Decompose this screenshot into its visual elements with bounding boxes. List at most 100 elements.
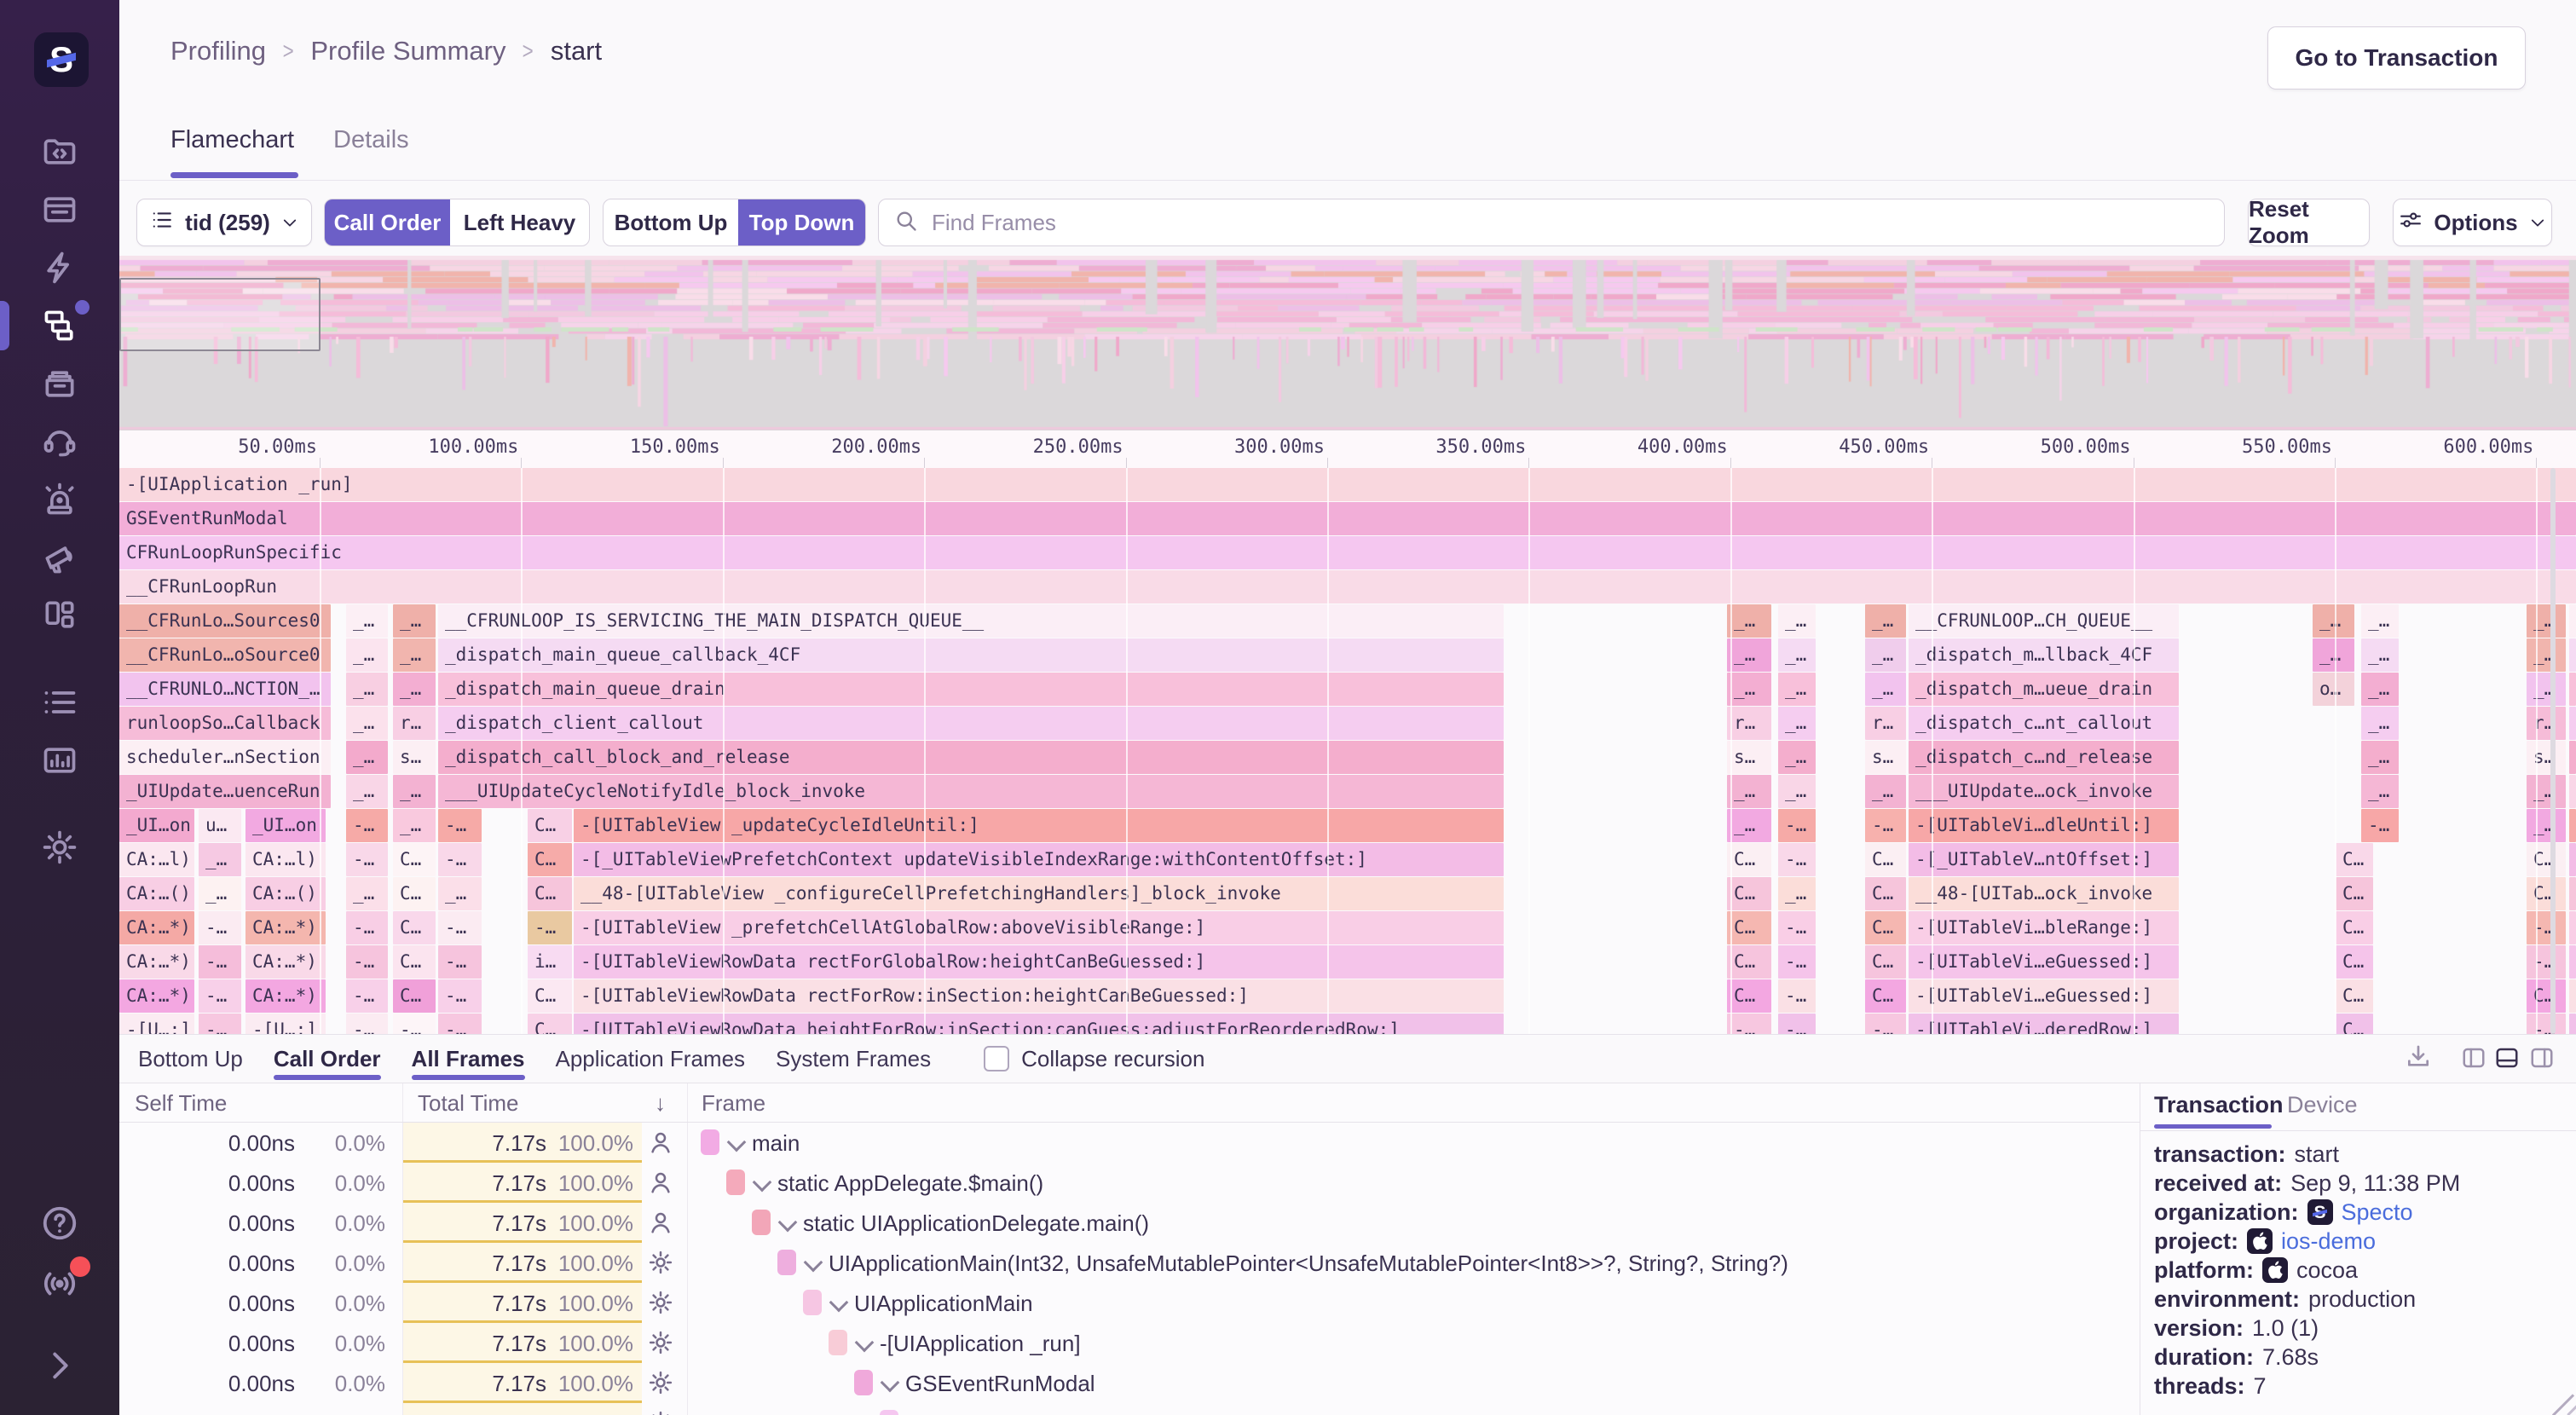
flame-frame[interactable]: C… <box>1727 979 1771 1013</box>
thread-selector[interactable]: tid (259) <box>136 199 312 246</box>
flame-frame[interactable] <box>2569 911 2576 944</box>
sidebar-item-alerts[interactable] <box>0 471 119 528</box>
flame-frame[interactable]: -… <box>199 1014 241 1034</box>
sidebar-item-profiling[interactable] <box>0 297 119 355</box>
flame-frame[interactable]: __48-[UITab…ock_invoke <box>1909 877 2179 910</box>
flame-frame[interactable]: -[_UITableViewPrefetchContext updateVisi… <box>574 843 1504 876</box>
flame-frame[interactable]: _… <box>393 604 436 638</box>
flame-frame[interactable]: _… <box>1865 673 1906 706</box>
flame-frame[interactable]: _… <box>2527 809 2566 842</box>
flame-frame[interactable]: _… <box>1865 775 1906 808</box>
frame-panel-tab-system-frames[interactable]: System Frames <box>776 1035 931 1083</box>
flame-frame[interactable]: CA:…*) <box>119 945 194 979</box>
flame-frame[interactable]: -… <box>1865 1014 1906 1034</box>
frame-name[interactable]: static UIApplicationDelegate.main() <box>803 1210 1149 1237</box>
flame-frame[interactable] <box>2569 673 2576 706</box>
flame-frame[interactable]: _… <box>2361 741 2399 774</box>
flame-frame[interactable]: _dispatch_m…llback_4CF <box>1909 638 2179 672</box>
flame-frame[interactable]: _dispatch_main_queue_callback_4CF <box>438 638 1504 672</box>
flame-frame[interactable]: _UI…on <box>119 809 194 842</box>
flame-frame[interactable]: C… <box>1727 843 1771 876</box>
details-tab-device[interactable]: Device <box>2287 1092 2358 1118</box>
direction-top-down-button[interactable]: Top Down <box>738 199 865 245</box>
flame-frame[interactable] <box>2569 604 2576 638</box>
sidebar-item-stats[interactable] <box>0 731 119 789</box>
flame-frame[interactable]: _… <box>1727 775 1771 808</box>
flame-frame[interactable] <box>2569 707 2576 740</box>
flame-frame[interactable]: _… <box>346 638 388 672</box>
flame-frame[interactable]: C… <box>393 877 436 910</box>
flame-frame[interactable]: _… <box>2361 775 2399 808</box>
user-icon[interactable] <box>648 1210 673 1235</box>
flame-frame[interactable]: C… <box>2336 979 2373 1013</box>
flame-frame[interactable]: _dispatch_c…nt_callout <box>1909 707 2179 740</box>
flame-frame[interactable]: C… <box>1865 979 1906 1013</box>
flame-frame[interactable]: _… <box>346 877 388 910</box>
flame-frame[interactable]: _dispatch_call_block_and_release <box>438 741 1504 774</box>
flame-frame[interactable]: C… <box>2336 877 2373 910</box>
frame-name[interactable]: main <box>752 1130 800 1157</box>
flame-frame[interactable]: _… <box>2527 775 2566 808</box>
flame-frame[interactable]: _… <box>2361 673 2399 706</box>
flame-frame[interactable]: _… <box>1727 638 1771 672</box>
flame-frame[interactable]: _… <box>1865 638 1906 672</box>
breadcrumb-item[interactable]: start <box>551 36 602 66</box>
flame-frame[interactable]: -… <box>438 911 482 944</box>
search-input[interactable] <box>930 209 2209 237</box>
flame-frame[interactable]: _… <box>2361 638 2399 672</box>
collapse-recursion-checkbox[interactable] <box>984 1046 1009 1071</box>
go-to-transaction-button[interactable]: Go to Transaction <box>2267 26 2526 90</box>
flame-frame[interactable]: C… <box>528 979 572 1013</box>
flame-frame[interactable]: _… <box>2527 673 2566 706</box>
flame-frame[interactable]: s… <box>2527 741 2566 774</box>
flame-frame[interactable]: _… <box>393 775 436 808</box>
frame-name[interactable]: -[UIApplication _run] <box>880 1331 1081 1357</box>
flame-frame[interactable]: -[UITableView _prefetchCellAtGlobalRow:a… <box>574 911 1504 944</box>
flame-frame[interactable]: _… <box>2313 604 2354 638</box>
flame-frame[interactable]: i… <box>528 945 572 979</box>
flame-frame[interactable]: C… <box>393 843 436 876</box>
sidebar-item-replays[interactable] <box>0 413 119 471</box>
expand-caret-icon[interactable] <box>881 1373 900 1393</box>
flame-frame[interactable]: -… <box>2361 809 2399 842</box>
flame-frame[interactable]: __48-[UITableView _configureCellPrefetch… <box>574 877 1504 910</box>
breadcrumb-item[interactable]: Profile Summary <box>310 36 505 66</box>
flame-frame[interactable]: _… <box>1778 741 1816 774</box>
flame-frame[interactable]: -… <box>393 1014 436 1034</box>
flame-frame[interactable]: -… <box>1778 843 1816 876</box>
flame-frame[interactable]: C… <box>1865 945 1906 979</box>
flamechart-minimap[interactable] <box>119 256 2576 430</box>
gear-icon[interactable] <box>648 1290 673 1315</box>
minimap-viewport[interactable] <box>119 278 321 351</box>
flame-frame[interactable]: -… <box>1778 911 1816 944</box>
header-total-time[interactable]: Total Time <box>418 1090 519 1117</box>
flame-frame[interactable]: -… <box>346 979 388 1013</box>
table-row[interactable]: 0.00ns0.0%7.17s100.0%GSEventRunModal <box>119 1363 2140 1403</box>
flame-frame[interactable]: -… <box>1865 809 1906 842</box>
flame-frame[interactable]: -… <box>1778 809 1816 842</box>
flame-frame[interactable]: -[_UITableV…ntOffset:] <box>1909 843 2179 876</box>
flame-frame[interactable]: -[UITableViewRowData rectForGlobalRow:he… <box>574 945 1504 979</box>
flame-frame[interactable]: C… <box>393 979 436 1013</box>
frame-panel-tab-application-frames[interactable]: Application Frames <box>556 1035 746 1083</box>
flame-frame[interactable]: -[UITableVi…eGuessed:] <box>1909 979 2179 1013</box>
frame-name[interactable]: CFRunLoopRunSpecific <box>931 1411 1169 1415</box>
flame-frame[interactable]: ___UIUpdate…ock_invoke <box>1909 775 2179 808</box>
flame-frame[interactable] <box>2569 945 2576 979</box>
flame-frame[interactable]: _… <box>2313 638 2354 672</box>
flame-frame[interactable]: C… <box>1865 911 1906 944</box>
flame-frame[interactable]: r… <box>393 707 436 740</box>
flame-frame[interactable]: CA:…*) <box>245 911 326 944</box>
flame-frame[interactable] <box>2569 1014 2576 1034</box>
flame-frame[interactable]: C… <box>528 1014 572 1034</box>
flame-frame[interactable]: CA:…l) <box>245 843 326 876</box>
table-row[interactable]: 0.00ns0.0%7.17s100.0%-[UIApplication _ru… <box>119 1323 2140 1363</box>
sentry-logo[interactable]: S <box>34 32 89 87</box>
layout-left-icon[interactable] <box>2460 1045 2487 1071</box>
flame-frame[interactable] <box>2569 775 2576 808</box>
flamechart[interactable]: -[UIApplication _run]GSEventRunModalCFRu… <box>119 468 2576 1034</box>
frame-name[interactable]: UIApplicationMain(Int32, UnsafeMutablePo… <box>829 1250 1788 1277</box>
flame-frame[interactable]: CA:…*) <box>119 911 194 944</box>
expand-caret-icon[interactable] <box>753 1173 772 1193</box>
user-icon[interactable] <box>648 1129 673 1155</box>
